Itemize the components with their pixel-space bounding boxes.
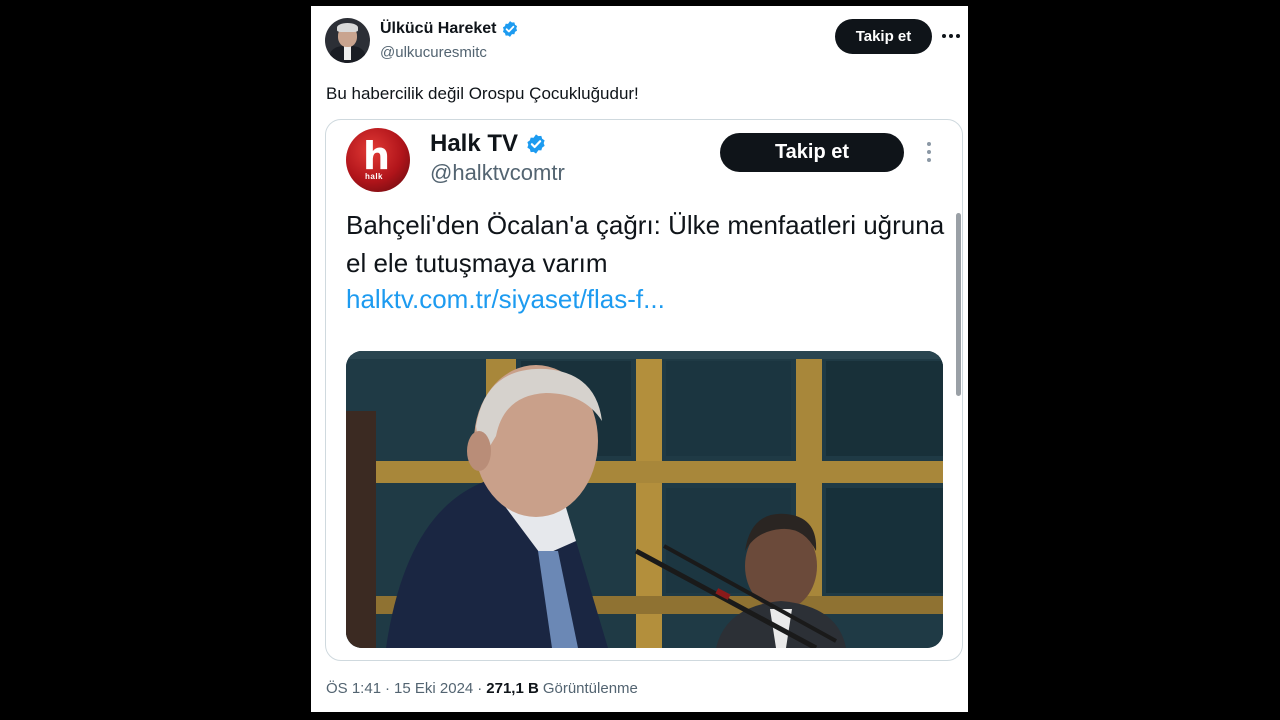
quoted-name-row: Halk TV bbox=[430, 130, 547, 158]
quoted-tweet-text: Bahçeli'den Öcalan'a çağrı: Ülke menfaat… bbox=[346, 210, 945, 278]
tweet-date[interactable]: 15 Eki 2024 bbox=[394, 680, 473, 697]
tweet-card: Ülkücü Hareket @ulkucuresmitc Takip et B… bbox=[311, 6, 968, 712]
author-name-row: Ülkücü Hareket bbox=[380, 20, 519, 38]
halk-tv-logo: h halk bbox=[346, 128, 410, 192]
author-name[interactable]: Ülkücü Hareket bbox=[380, 20, 497, 38]
quoted-author-handle: @halktvcomtr bbox=[430, 160, 565, 185]
tweet-text: Bu habercilik değil Orospu Çocukluğudur! bbox=[326, 84, 639, 103]
scrollbar bbox=[956, 213, 961, 396]
more-options-icon[interactable] bbox=[941, 28, 961, 44]
tweet-meta: ÖS 1:41 · 15 Eki 2024 · 271,1 B Görüntül… bbox=[326, 680, 638, 697]
news-photo bbox=[346, 351, 943, 648]
quoted-link: halktv.com.tr/siyaset/flas-f... bbox=[346, 284, 665, 314]
follow-button[interactable]: Takip et bbox=[835, 19, 932, 54]
verified-badge-icon bbox=[525, 133, 547, 155]
quoted-author-name: Halk TV bbox=[430, 130, 519, 157]
meta-separator: · bbox=[477, 680, 483, 697]
more-options-icon bbox=[924, 142, 934, 166]
author-handle[interactable]: @ulkucuresmitc bbox=[380, 44, 487, 61]
views-count: 271,1 B bbox=[486, 680, 539, 697]
quoted-follow-button: Takip et bbox=[720, 133, 904, 172]
verified-badge-icon bbox=[501, 20, 519, 38]
meta-separator: · bbox=[385, 680, 391, 697]
tweet-time[interactable]: ÖS 1:41 bbox=[326, 680, 381, 697]
quoted-image[interactable]: h halk Halk TV @halktvcomtr Takip et Bah… bbox=[325, 119, 963, 661]
views-label: Görüntülenme bbox=[542, 680, 638, 697]
author-avatar[interactable] bbox=[325, 18, 370, 63]
